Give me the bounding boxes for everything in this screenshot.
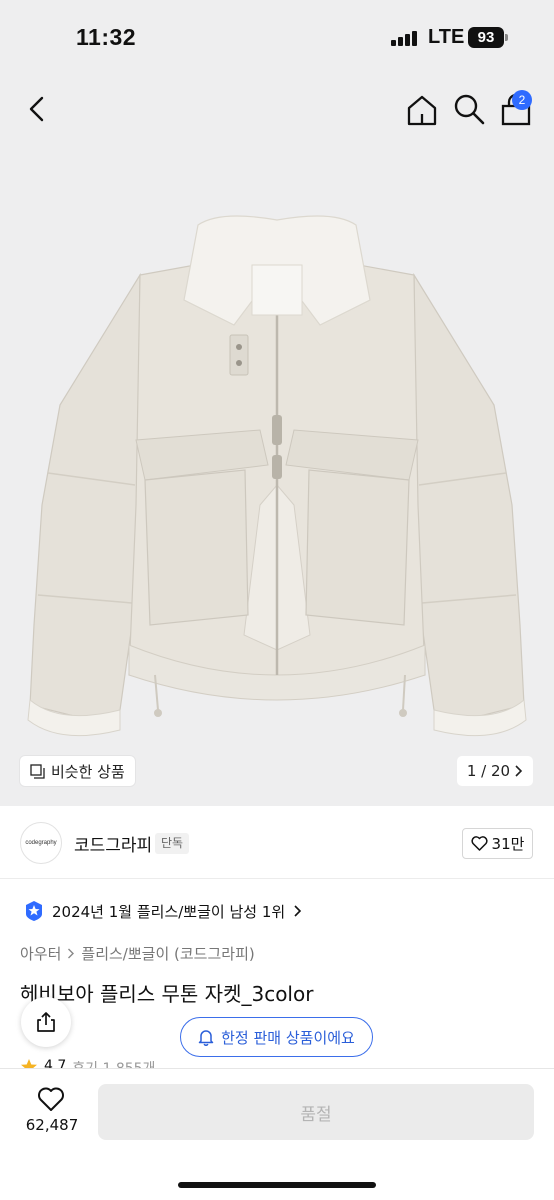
ranking-text: 2024년 1월 플리스/뽀글이 남성 1위 (52, 902, 286, 921)
battery-tip (505, 34, 508, 41)
product-gallery[interactable]: 11:32 LTE 93 2 비슷한 상품 1 / 20 (0, 0, 554, 806)
home-indicator (178, 1182, 376, 1188)
product-image[interactable] (20, 205, 534, 750)
bell-icon (198, 1029, 214, 1046)
network-label: LTE (428, 26, 465, 48)
signal-icon (391, 30, 419, 46)
limited-sale-label: 한정 판매 상품이에요 (221, 1028, 355, 1047)
brand-logo-text: codegraphy (25, 840, 57, 846)
limited-sale-notice[interactable]: 한정 판매 상품이에요 (180, 1017, 373, 1057)
similar-products-label: 비슷한 상품 (51, 762, 125, 781)
exclusive-badge: 단독 (155, 833, 190, 854)
status-time: 11:32 (76, 24, 137, 50)
breadcrumb-parent[interactable]: 아우터 (20, 943, 61, 964)
chevron-right-icon (294, 905, 302, 917)
brand-like-count: 31만 (491, 835, 525, 853)
similar-products-button[interactable]: 비슷한 상품 (20, 756, 135, 786)
brand-logo[interactable]: codegraphy (20, 822, 62, 864)
wishlist-heart-icon[interactable] (37, 1086, 65, 1112)
breadcrumb-child[interactable]: 플리스/뽀글이 (코드그라피) (81, 943, 254, 964)
ranking-badge-icon (26, 901, 42, 921)
heart-icon (470, 836, 488, 851)
brand-like-button[interactable]: 31만 (462, 828, 533, 859)
buy-button-label: 품절 (300, 1104, 332, 1125)
back-icon[interactable] (22, 92, 56, 126)
ranking-link[interactable]: 2024년 1월 플리스/뽀글이 남성 1위 (24, 900, 303, 922)
similar-icon (30, 763, 45, 779)
share-icon (37, 1012, 55, 1032)
status-bar: 11:32 LTE 93 (0, 0, 554, 74)
divider (0, 878, 554, 879)
chevron-right-icon (515, 765, 523, 777)
breadcrumb: 아우터 플리스/뽀글이 (코드그라피) (20, 943, 255, 964)
image-counter[interactable]: 1 / 20 (457, 756, 533, 786)
home-icon[interactable] (404, 92, 440, 128)
share-button[interactable] (21, 997, 71, 1047)
product-title: 헤비보아 플리스 무톤 자켓_3color (20, 982, 314, 1006)
buy-button[interactable]: 품절 (98, 1084, 534, 1140)
battery-icon: 93 (468, 27, 504, 48)
cart-count-badge: 2 (512, 90, 532, 110)
image-counter-label: 1 / 20 (466, 762, 511, 780)
wishlist-count: 62,487 (25, 1116, 79, 1134)
chevron-right-icon (68, 948, 75, 959)
brand-name[interactable]: 코드그라피 (74, 831, 152, 856)
search-icon[interactable] (452, 92, 486, 126)
